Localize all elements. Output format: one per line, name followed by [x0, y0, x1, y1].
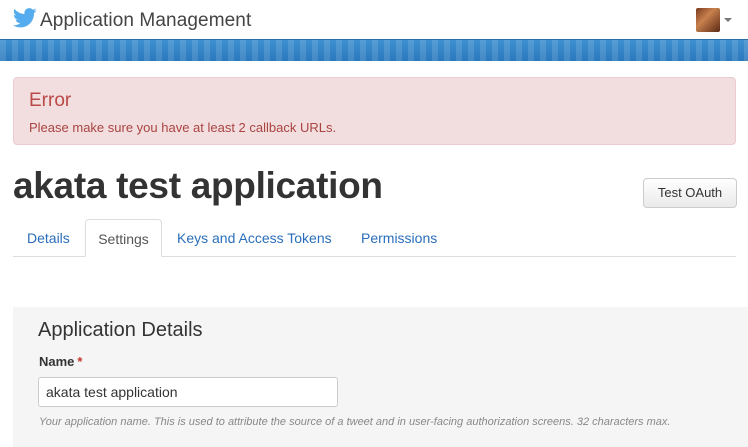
- name-input[interactable]: [38, 377, 338, 407]
- tab-details[interactable]: Details: [27, 219, 70, 257]
- name-help-text: Your application name. This is used to a…: [39, 416, 671, 428]
- user-menu[interactable]: [696, 8, 732, 32]
- tab-settings[interactable]: Settings: [85, 219, 162, 257]
- chevron-down-icon[interactable]: [724, 18, 732, 22]
- tab-keys-and-access-tokens[interactable]: Keys and Access Tokens: [177, 219, 332, 257]
- top-navbar: Application Management: [0, 0, 748, 39]
- name-label: Name *: [39, 354, 82, 369]
- header-stripe: [0, 39, 748, 61]
- name-label-text: Name: [39, 354, 75, 369]
- required-marker: *: [77, 354, 83, 369]
- application-details-panel: Application Details Name* Your applicati…: [13, 307, 748, 447]
- brand[interactable]: Application Management: [12, 8, 252, 33]
- tab-permissions[interactable]: Permissions: [361, 219, 437, 257]
- error-alert: Error Please make sure you have at least…: [13, 77, 736, 145]
- alert-message: Please make sure you have at least 2 cal…: [29, 120, 337, 135]
- alert-title: Error: [29, 90, 72, 111]
- user-avatar[interactable]: [696, 8, 720, 32]
- settings-tabs: Details Settings Keys and Access Tokens …: [13, 219, 736, 257]
- test-oauth-button[interactable]: Test OAuth: [643, 178, 737, 208]
- twitter-bird-icon: [12, 8, 37, 33]
- page-title: akata test application: [13, 165, 383, 206]
- app-management-title: Application Management: [40, 9, 252, 31]
- section-title: Application Details: [38, 319, 203, 341]
